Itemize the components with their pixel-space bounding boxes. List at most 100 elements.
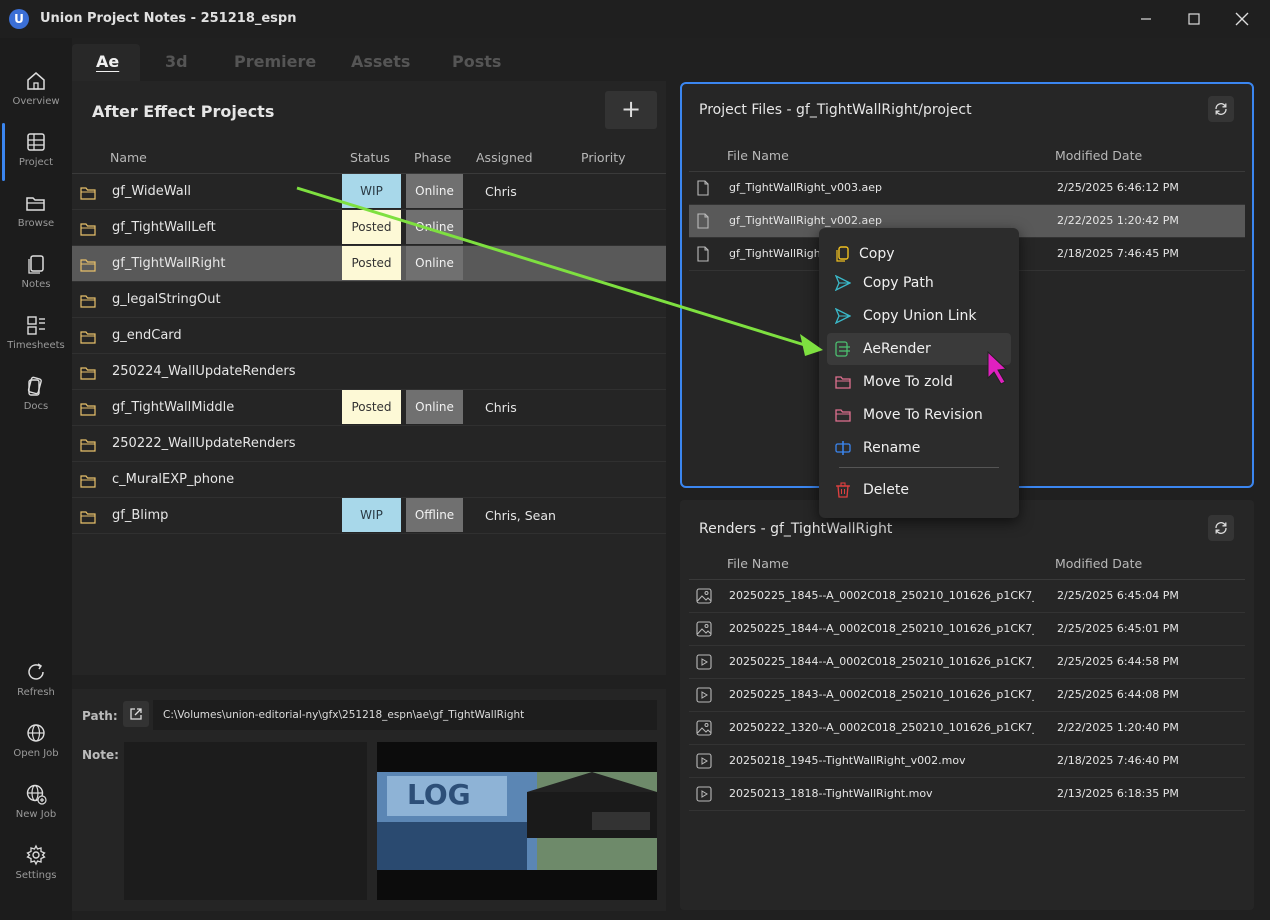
tab-3d[interactable]: 3d xyxy=(165,52,188,71)
table-row[interactable]: gf_TightWallMiddle Posted Online Chris xyxy=(72,390,666,426)
folder-icon xyxy=(80,223,96,236)
table-row[interactable]: gf_TightWallLeft Posted Online xyxy=(72,210,666,246)
nav-label: Overview xyxy=(12,96,60,107)
column-header-name[interactable]: Name xyxy=(110,150,147,165)
context-menu-item[interactable]: Copy Union Link xyxy=(827,300,1011,332)
render-row[interactable]: 20250218_1945--TightWallRight_v002.mov 2/… xyxy=(689,745,1245,778)
folder-icon xyxy=(835,374,851,394)
nav-notes[interactable]: Notes xyxy=(0,249,72,309)
render-row[interactable]: 20250222_1320--A_0002C018_250210_101626_… xyxy=(689,712,1245,745)
maximize-button[interactable] xyxy=(1170,0,1218,38)
refresh-renders-button[interactable] xyxy=(1208,515,1234,541)
render-row[interactable]: 20250213_1818--TightWallRight.mov 2/13/20… xyxy=(689,778,1245,811)
table-row[interactable]: g_endCard xyxy=(72,318,666,354)
render-icon xyxy=(835,341,851,361)
render-date: 2/22/2025 1:20:40 PM xyxy=(1057,721,1179,734)
folder-icon xyxy=(80,511,96,524)
column-header-priority[interactable]: Priority xyxy=(581,150,626,165)
context-menu-item[interactable]: Rename xyxy=(827,432,1011,464)
project-name: 250222_WallUpdateRenders xyxy=(112,436,296,451)
nav-open-job[interactable]: Open Job xyxy=(0,718,72,778)
table-row[interactable]: c_MuralEXP_phone xyxy=(72,462,666,498)
folder-icon xyxy=(80,259,96,272)
tab-assets[interactable]: Assets xyxy=(351,52,410,71)
render-row[interactable]: 20250225_1845--A_0002C018_250210_101626_… xyxy=(689,580,1245,613)
table-row[interactable]: g_legalStringOut xyxy=(72,282,666,318)
phase-badge[interactable]: Online xyxy=(406,246,463,280)
refresh-icon xyxy=(1215,522,1227,534)
render-row[interactable]: 20250225_1844--A_0002C018_250210_101626_… xyxy=(689,613,1245,646)
project-name: gf_WideWall xyxy=(112,184,191,199)
status-badge[interactable]: WIP xyxy=(342,498,401,532)
table-row[interactable]: gf_TightWallRight Posted Online xyxy=(72,246,666,282)
tab-premiere[interactable]: Premiere xyxy=(234,52,316,71)
nav-browse[interactable]: Browse xyxy=(0,188,72,248)
tab-posts[interactable]: Posts xyxy=(452,52,501,71)
context-menu-item[interactable]: Copy Path xyxy=(827,267,1011,299)
table-row[interactable]: 250222_WallUpdateRenders xyxy=(72,426,666,462)
nav-new-job[interactable]: New Job xyxy=(0,779,72,839)
files-col-name[interactable]: File Name xyxy=(727,148,789,163)
phase-badge[interactable]: Online xyxy=(406,390,463,424)
context-menu-label: Move To zold xyxy=(863,374,953,390)
status-badge[interactable]: Posted xyxy=(342,390,401,424)
refresh-files-button[interactable] xyxy=(1208,96,1234,122)
column-header-status[interactable]: Status xyxy=(350,150,390,165)
nav-overview[interactable]: Overview xyxy=(0,66,72,126)
nav-project[interactable]: Project xyxy=(0,127,72,187)
table-row[interactable]: 250224_WallUpdateRenders xyxy=(72,354,666,390)
folder-icon xyxy=(835,407,851,427)
file-name: gf_TightWallRight_v002.aep xyxy=(729,214,883,227)
nav-refresh[interactable]: Refresh xyxy=(0,657,72,717)
phase-badge[interactable]: Online xyxy=(406,210,463,244)
context-menu-label: Rename xyxy=(863,440,921,456)
file-row[interactable]: gf_TightWallRight_v003.aep 2/25/2025 6:46… xyxy=(689,172,1245,205)
external-link-icon xyxy=(130,708,142,720)
nav-docs[interactable]: Docs xyxy=(0,371,72,431)
status-badge[interactable]: WIP xyxy=(342,174,401,208)
video-file-icon xyxy=(696,654,712,670)
context-menu-item[interactable]: Move To zold xyxy=(827,366,1011,398)
close-button[interactable] xyxy=(1218,0,1266,38)
gear-icon xyxy=(26,844,46,866)
note-textarea[interactable] xyxy=(124,742,367,900)
context-menu-separator xyxy=(839,467,999,468)
context-menu-label: AeRender xyxy=(863,341,931,357)
context-menu-label: Copy xyxy=(859,246,895,262)
add-project-button[interactable]: + xyxy=(605,91,657,129)
context-menu-label: Delete xyxy=(863,482,909,498)
preview-thumbnail: LOG xyxy=(377,742,657,900)
column-header-phase[interactable]: Phase xyxy=(414,150,451,165)
renders-col-date[interactable]: Modified Date xyxy=(1055,556,1142,571)
nav-label: Settings xyxy=(15,870,57,881)
files-col-date[interactable]: Modified Date xyxy=(1055,148,1142,163)
note-label: Note: xyxy=(82,748,119,762)
open-path-button[interactable] xyxy=(123,701,149,727)
nav-label: Browse xyxy=(17,218,55,229)
status-badge[interactable]: Posted xyxy=(342,246,401,280)
nav-timesheets[interactable]: Timesheets xyxy=(0,310,72,370)
file-icon xyxy=(697,213,709,229)
project-name: gf_TightWallMiddle xyxy=(112,400,235,415)
globe-plus-icon xyxy=(26,784,47,805)
context-menu-item[interactable]: AeRender xyxy=(827,333,1011,365)
render-row[interactable]: 20250225_1844--A_0002C018_250210_101626_… xyxy=(689,646,1245,679)
renders-title: Renders - gf_TightWallRight xyxy=(699,521,893,537)
svg-text:LOG: LOG xyxy=(407,778,471,811)
phase-badge[interactable]: Online xyxy=(406,174,463,208)
phase-badge[interactable]: Offline xyxy=(406,498,463,532)
nav-settings[interactable]: Settings xyxy=(0,840,72,900)
minimize-button[interactable] xyxy=(1122,0,1170,38)
status-badge[interactable]: Posted xyxy=(342,210,401,244)
context-menu-item[interactable]: Copy xyxy=(827,238,1011,270)
column-header-assigned[interactable]: Assigned xyxy=(476,150,533,165)
context-menu-item[interactable]: Delete xyxy=(827,474,1011,506)
context-menu-item[interactable]: Move To Revision xyxy=(827,399,1011,431)
render-name: 20250218_1945--TightWallRight_v002.mov xyxy=(729,754,966,767)
table-row[interactable]: gf_Blimp WIP Offline Chris, Sean xyxy=(72,498,666,534)
renders-col-name[interactable]: File Name xyxy=(727,556,789,571)
tab-ae[interactable]: Ae xyxy=(96,52,119,71)
render-row[interactable]: 20250225_1843--A_0002C018_250210_101626_… xyxy=(689,679,1245,712)
assigned-value: Chris xyxy=(485,184,517,199)
table-row[interactable]: gf_WideWall WIP Online Chris xyxy=(72,174,666,210)
